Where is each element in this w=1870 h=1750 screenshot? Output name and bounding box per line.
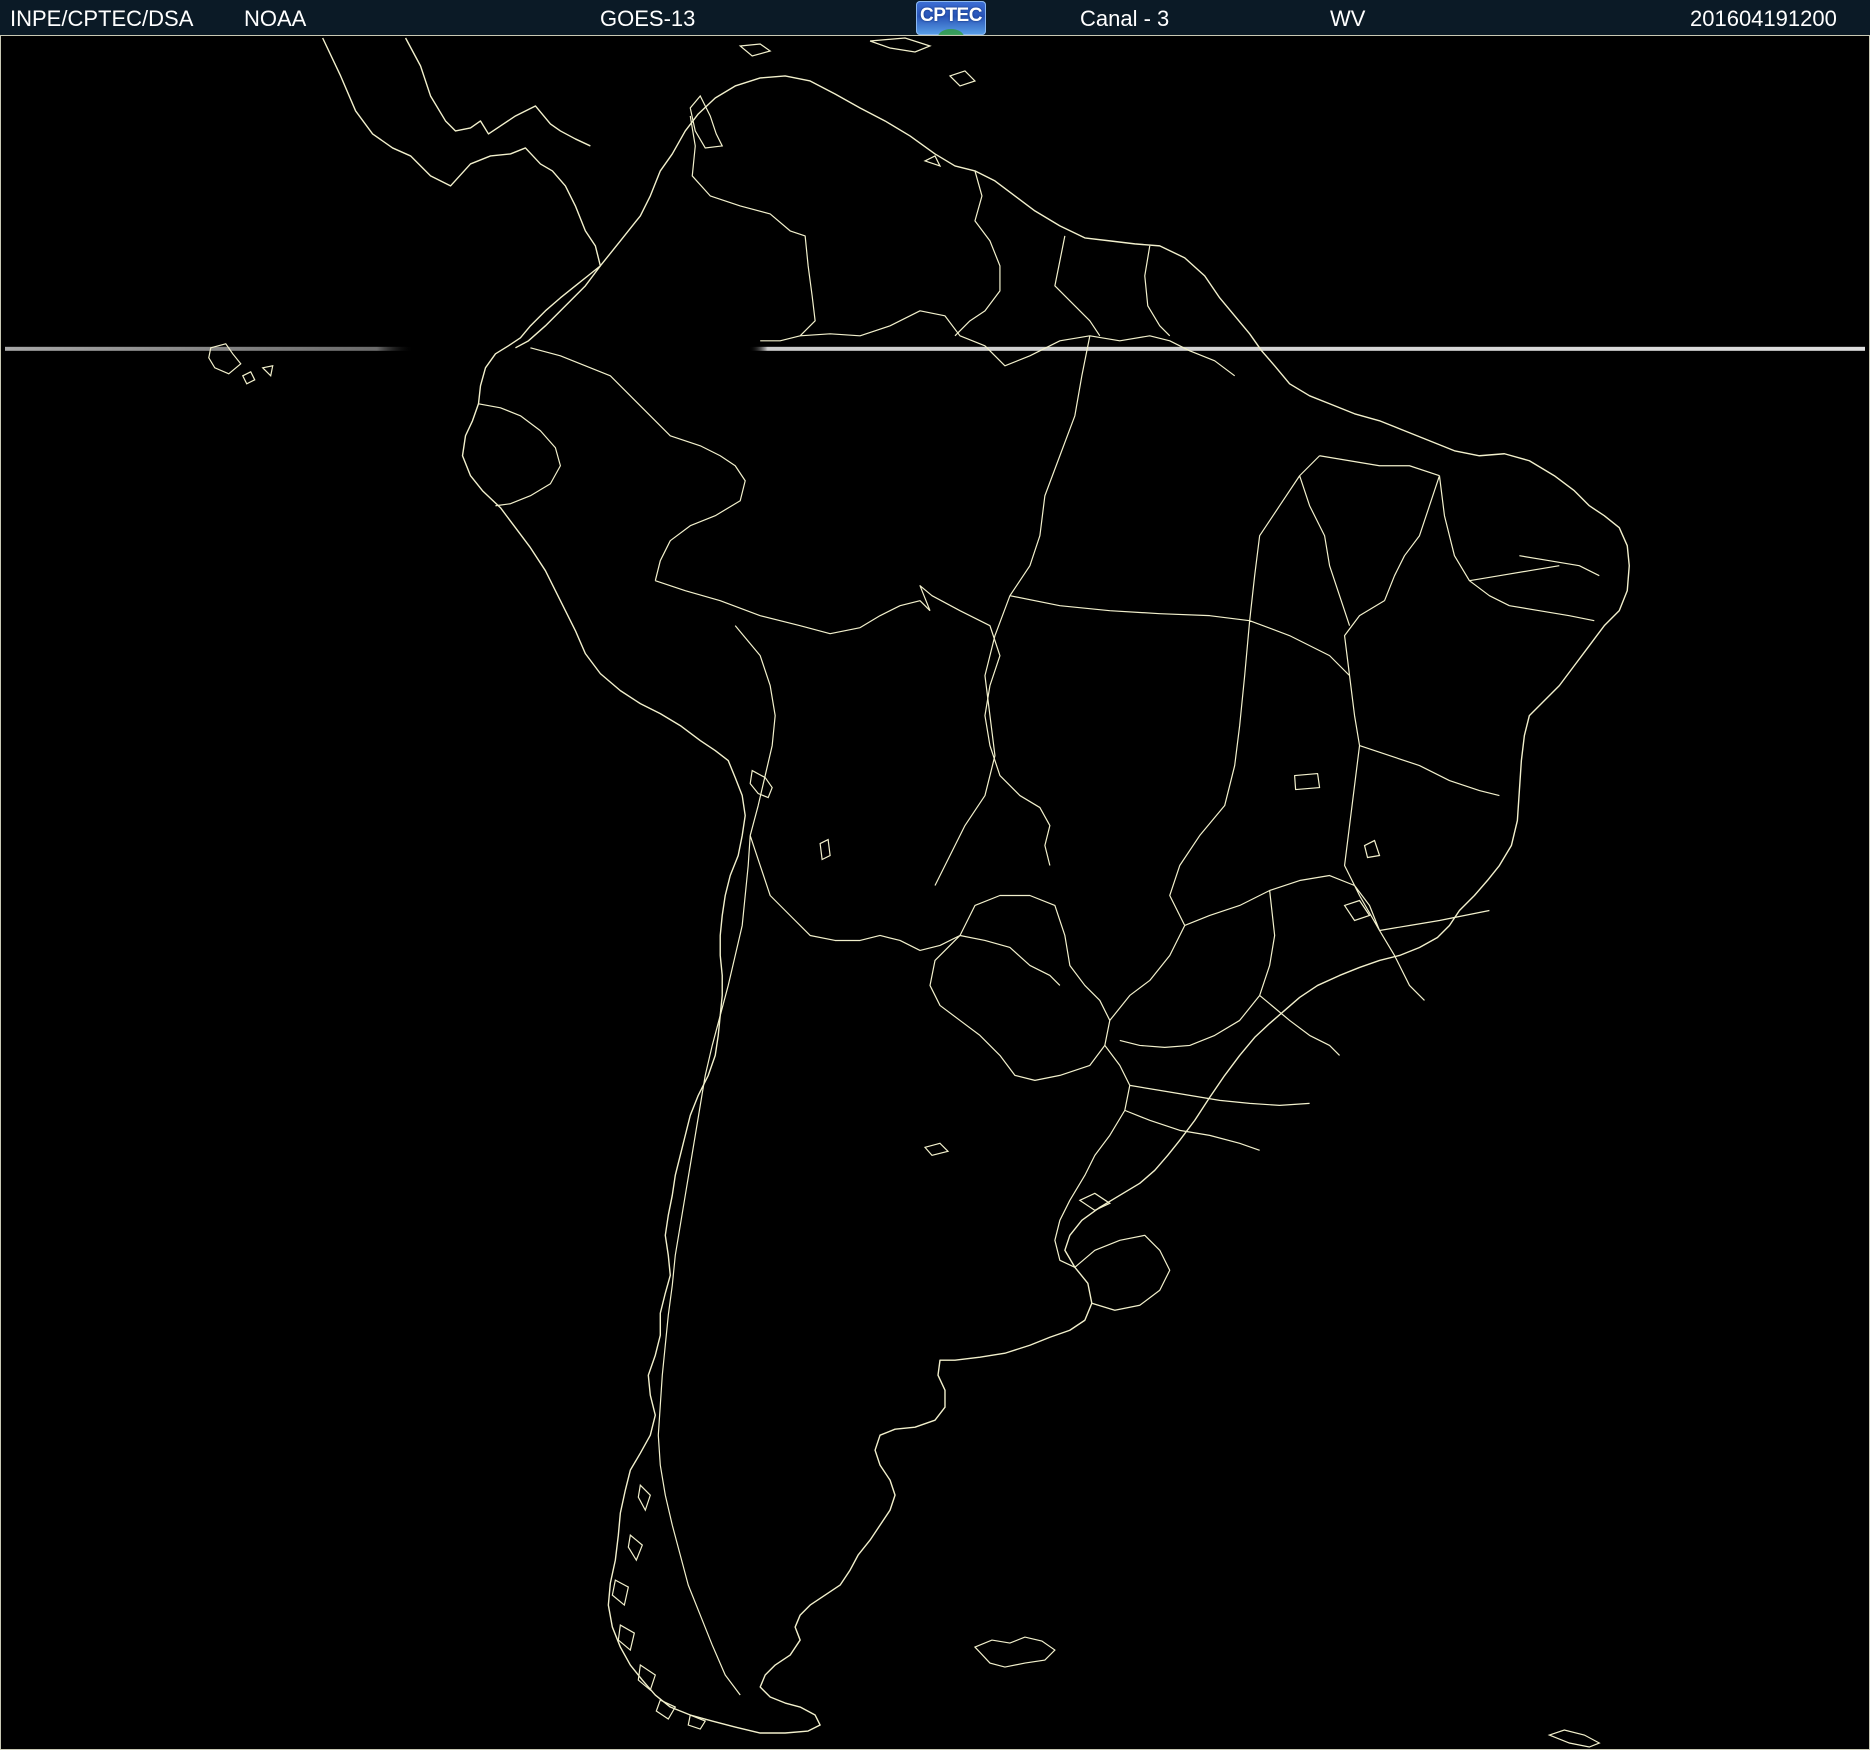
border-venezuela-guyana (954, 170, 1001, 337)
caribbean-island-2 (738, 43, 772, 57)
south-georgia (1547, 1729, 1601, 1748)
falkland-islands (973, 1636, 1056, 1668)
satellite-map[interactable] (0, 36, 1870, 1750)
inland-lake-5 (819, 838, 831, 861)
border-bolivia-brazil (919, 585, 1051, 866)
inland-lake-1 (1363, 839, 1381, 859)
border-brazil-north (800, 310, 1236, 377)
south-america-coastline (461, 75, 1630, 1734)
source-label: INPE/CPTEC/DSA (10, 6, 194, 31)
header-bar: INPE/CPTEC/DSA NOAA GOES-13 CPTEC Canal … (0, 0, 1870, 36)
border-chile-bolivia-argentina (749, 835, 1061, 986)
caribbean-island-1 (689, 94, 724, 149)
border-paraguay (929, 894, 1111, 1081)
channel-label: Canal - 3 (1080, 6, 1170, 31)
border-peru-brazil (655, 580, 931, 635)
scan-line-artifact (4, 346, 1866, 351)
border-peru-bolivia (734, 625, 776, 836)
cptec-logo: CPTEC (916, 1, 986, 35)
border-colombia-ecuador-peru (530, 347, 746, 581)
border-uruguay (1074, 1234, 1171, 1311)
central-america-coast-north (404, 37, 591, 147)
map-outline-layer (4, 37, 1866, 1748)
border-argentina-brazil-uruguay (1054, 1045, 1131, 1268)
border-suriname-frenchguiana (1144, 245, 1171, 337)
inland-lake-4 (923, 1142, 950, 1157)
central-america-coast (322, 37, 602, 349)
border-ecuador-peru (478, 403, 562, 507)
chile-fjords (611, 1483, 707, 1730)
border-chile-argentina (657, 835, 751, 1696)
satellite-label: GOES-13 (600, 6, 696, 31)
border-guyana-suriname (1054, 235, 1101, 337)
agency-label: NOAA (244, 6, 307, 31)
band-label: WV (1330, 6, 1366, 31)
caribbean-island-3 (869, 37, 932, 53)
inland-lake-2 (1343, 899, 1371, 922)
caribbean-island-4 (948, 70, 977, 87)
timestamp-label: 201604191200 (1690, 6, 1837, 31)
brazil-state-borders (934, 335, 1600, 1151)
caribbean-island-5 (923, 155, 942, 167)
logo-text: CPTEC (920, 5, 982, 26)
distrito-federal (1294, 772, 1321, 791)
inland-lake-3 (1078, 1192, 1112, 1212)
logo-globe-icon (938, 29, 964, 35)
border-colombia-venezuela (689, 115, 816, 342)
